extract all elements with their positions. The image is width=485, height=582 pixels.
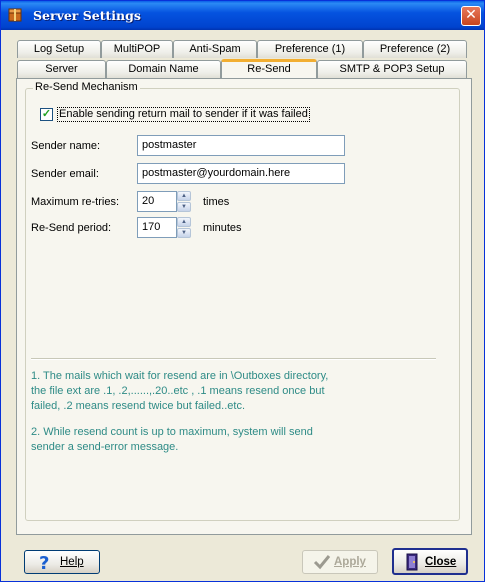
sender-email-input[interactable]: postmaster@yourdomain.here — [137, 163, 345, 184]
max-retries-input[interactable]: 20 — [137, 191, 177, 212]
max-retries-label: Maximum re-tries: — [31, 196, 120, 208]
tab-domain-name[interactable]: Domain Name — [106, 60, 221, 78]
close-button[interactable]: Close — [392, 548, 468, 575]
resend-period-spinner[interactable]: ▲ ▼ — [177, 217, 191, 238]
dialog-client-area: Log Setup MultiPOP Anti-Spam Preference … — [4, 30, 481, 579]
note-line: failed, .2 means resend twice but failed… — [31, 400, 246, 412]
server-settings-window: Server Settings ✕ Log Setup MultiPOP Ant… — [0, 0, 485, 582]
tab-preference-2[interactable]: Preference (2) — [363, 40, 467, 58]
window-title: Server Settings — [33, 8, 141, 23]
group-title: Re-Send Mechanism — [33, 81, 140, 93]
note-line: sender a send-error message. — [31, 441, 179, 453]
apply-button-label: Apply — [334, 556, 366, 568]
re-send-panel: Re-Send Mechanism ✓ Enable sending retur… — [16, 78, 472, 535]
checkmark-icon — [313, 555, 331, 570]
window-close-icon[interactable]: ✕ — [461, 6, 481, 26]
note-line: 1. The mails which wait for resend are i… — [31, 370, 329, 382]
svg-text:?: ? — [39, 553, 49, 571]
tab-preference-1[interactable]: Preference (1) — [257, 40, 363, 58]
close-button-label: Close — [425, 556, 457, 568]
resend-period-unit: minutes — [203, 222, 242, 234]
tab-anti-spam[interactable]: Anti-Spam — [173, 40, 257, 58]
sender-name-label: Sender name: — [31, 140, 101, 152]
enable-return-mail-label[interactable]: Enable sending return mail to sender if … — [57, 107, 310, 122]
resend-period-label: Re-Send period: — [31, 222, 112, 234]
re-send-mechanism-group: Re-Send Mechanism ✓ Enable sending retur… — [25, 81, 460, 521]
spin-down-icon[interactable]: ▼ — [177, 202, 191, 212]
enable-return-mail-checkbox[interactable]: ✓ — [40, 108, 53, 121]
help-button[interactable]: ? Help — [24, 550, 100, 574]
spin-up-icon[interactable]: ▲ — [177, 191, 191, 201]
note-line: 2. While resend count is up to maximum, … — [31, 426, 313, 438]
help-question-icon: ? — [39, 553, 49, 571]
note-line: the file ext are .1, .2,......,.20..etc … — [31, 385, 325, 397]
help-button-label: Help — [60, 556, 84, 568]
app-box-icon — [8, 8, 22, 22]
resend-note-1: 1. The mails which wait for resend are i… — [31, 369, 328, 414]
resend-period-input[interactable]: 170 — [137, 217, 177, 238]
spin-up-icon[interactable]: ▲ — [177, 217, 191, 227]
apply-button[interactable]: Apply — [302, 550, 378, 574]
resend-note-2: 2. While resend count is up to maximum, … — [31, 425, 313, 455]
max-retries-unit: times — [203, 196, 230, 208]
tab-smtp-pop3-setup[interactable]: SMTP & POP3 Setup — [317, 60, 467, 78]
sender-name-input[interactable]: postmaster — [137, 135, 345, 156]
spin-down-icon[interactable]: ▼ — [177, 228, 191, 238]
tab-multipop[interactable]: MultiPOP — [101, 40, 173, 58]
tab-log-setup[interactable]: Log Setup — [17, 40, 101, 58]
title-bar[interactable]: Server Settings ✕ — [1, 1, 484, 30]
separator — [31, 358, 436, 360]
max-retries-spinner[interactable]: ▲ ▼ — [177, 191, 191, 212]
tab-re-send[interactable]: Re-Send — [221, 59, 317, 78]
exit-door-icon — [406, 553, 418, 571]
sender-email-label: Sender email: — [31, 168, 99, 180]
tab-server[interactable]: Server — [17, 60, 106, 78]
